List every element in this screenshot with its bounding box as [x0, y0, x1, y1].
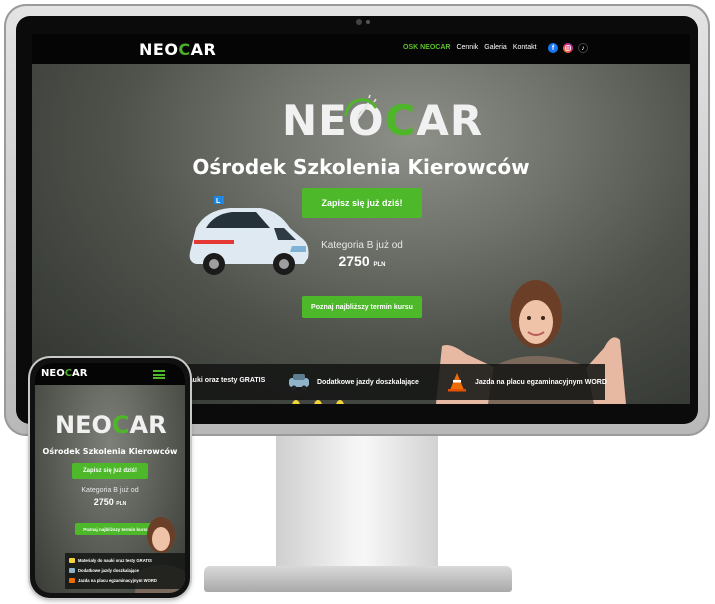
car-icon — [289, 374, 309, 391]
mobile-logo-part1: NEO — [41, 368, 65, 379]
instagram-icon[interactable] — [563, 43, 573, 53]
signup-button[interactable]: Zapisz się już dziś! — [302, 188, 422, 218]
menu-item-kontakt[interactable]: Kontakt — [513, 44, 537, 51]
feature-exam-yard-text: Jazda na placu egzaminacyjnym WORD — [475, 378, 607, 386]
mobile-page-title: Ośrodek Szkolenia Kierowców — [42, 447, 178, 456]
mobile-feature-extra-driving: Dodatkowe jazdy doszkalające — [69, 568, 139, 573]
svg-text:L: L — [216, 198, 221, 205]
monitor-stand — [276, 436, 438, 576]
mobile-price-currency: PLN — [116, 501, 127, 507]
hero-logo: NEOCAR — [282, 96, 483, 145]
menu-item-osk-neocar[interactable]: OSK NEOCAR — [403, 44, 450, 51]
mobile-feature-materials-text: Materiały do nauki oraz testy GRATIS — [78, 558, 152, 563]
tiktok-icon[interactable]: ♪ — [578, 43, 588, 53]
mobile-signup-button[interactable]: Zapisz się już dziś! — [72, 463, 148, 479]
logo-text-part3: AR — [190, 40, 217, 59]
mobile-hero-logo-part2: C — [111, 411, 130, 439]
camera-icon — [356, 19, 362, 25]
next-course-term-button[interactable]: Poznaj najbliższy termin kursu — [302, 296, 422, 318]
mobile-hero-logo-part3: AR — [129, 411, 167, 439]
hero-logo-part2: C — [384, 96, 417, 145]
features-bar: do nauki oraz testy GRATIS Dodatkowe jaz… — [162, 364, 607, 400]
mobile-logo-part2: C — [64, 368, 73, 379]
desktop-screen: NEOCAR OSK NEOCAR Cennik Galeria Kontakt… — [32, 34, 690, 404]
menu-item-cennik[interactable]: Cennik — [456, 44, 478, 51]
monitor-stand-base — [204, 566, 512, 592]
mobile-feature-extra-driving-text: Dodatkowe jazdy doszkalające — [78, 568, 139, 573]
tulips-decoration — [292, 400, 344, 404]
mobile-navbar-logo[interactable]: NEOCAR — [41, 368, 88, 379]
mobile-category-text: Kategoria B już od — [81, 487, 139, 494]
traffic-cone-icon — [69, 578, 75, 583]
logo-text-part1: NEO — [139, 40, 179, 59]
training-car-image: L — [189, 196, 309, 275]
feature-exam-yard: Jazda na placu egzaminacyjnym WORD — [445, 372, 607, 392]
mobile-price-amount: 2750 — [93, 497, 114, 507]
price-currency: PLN — [373, 262, 386, 268]
book-icon — [69, 558, 75, 563]
logo-text-part2: C — [178, 40, 191, 59]
mobile-hero-logo-part1: NEO — [55, 411, 112, 439]
price-value: 2750 PLN — [302, 253, 422, 269]
mobile-logo-part3: AR — [72, 368, 88, 379]
mobile-feature-exam-yard: Jazda na placu egzaminacyjnym WORD — [69, 578, 157, 583]
mobile-feature-materials: Materiały do nauki oraz testy GRATIS — [69, 558, 152, 563]
mobile-hero-logo: NEOCAR — [55, 411, 167, 439]
feature-extra-driving-text: Dodatkowe jazdy doszkalające — [317, 378, 419, 386]
category-text: Kategoria B już od — [321, 240, 403, 251]
page-title: Ośrodek Szkolenia Kierowców — [192, 155, 530, 179]
speedometer-icon — [344, 94, 378, 120]
top-navbar: NEOCAR OSK NEOCAR Cennik Galeria Kontakt… — [32, 34, 690, 64]
car-icon — [69, 568, 75, 573]
camera-sensor — [366, 20, 370, 24]
mobile-price-value: 2750 PLN — [35, 497, 185, 507]
mobile-feature-exam-yard-text: Jazda na placu egzaminacyjnym WORD — [78, 578, 157, 583]
price-amount: 2750 — [338, 253, 370, 269]
hamburger-menu-icon[interactable] — [153, 370, 165, 379]
mobile-phone-frame: NEOCAR NEOCAR Ośrodek Szkolenia Kierowcó… — [30, 358, 190, 598]
main-menu: OSK NEOCAR Cennik Galeria Kontakt — [403, 44, 537, 51]
traffic-cone-icon — [448, 373, 466, 392]
social-links: f ♪ — [548, 43, 588, 53]
facebook-icon[interactable]: f — [548, 43, 558, 53]
menu-item-galeria[interactable]: Galeria — [484, 44, 507, 51]
navbar-logo[interactable]: NEOCAR — [139, 40, 216, 59]
mobile-navbar: NEOCAR — [35, 363, 185, 385]
mobile-screen: NEOCAR NEOCAR Ośrodek Szkolenia Kierowcó… — [35, 363, 185, 593]
mobile-features-bar: Materiały do nauki oraz testy GRATIS Dod… — [65, 553, 185, 589]
feature-extra-driving: Dodatkowe jazdy doszkalające — [287, 372, 419, 392]
hero-logo-part3: AR — [416, 96, 484, 145]
